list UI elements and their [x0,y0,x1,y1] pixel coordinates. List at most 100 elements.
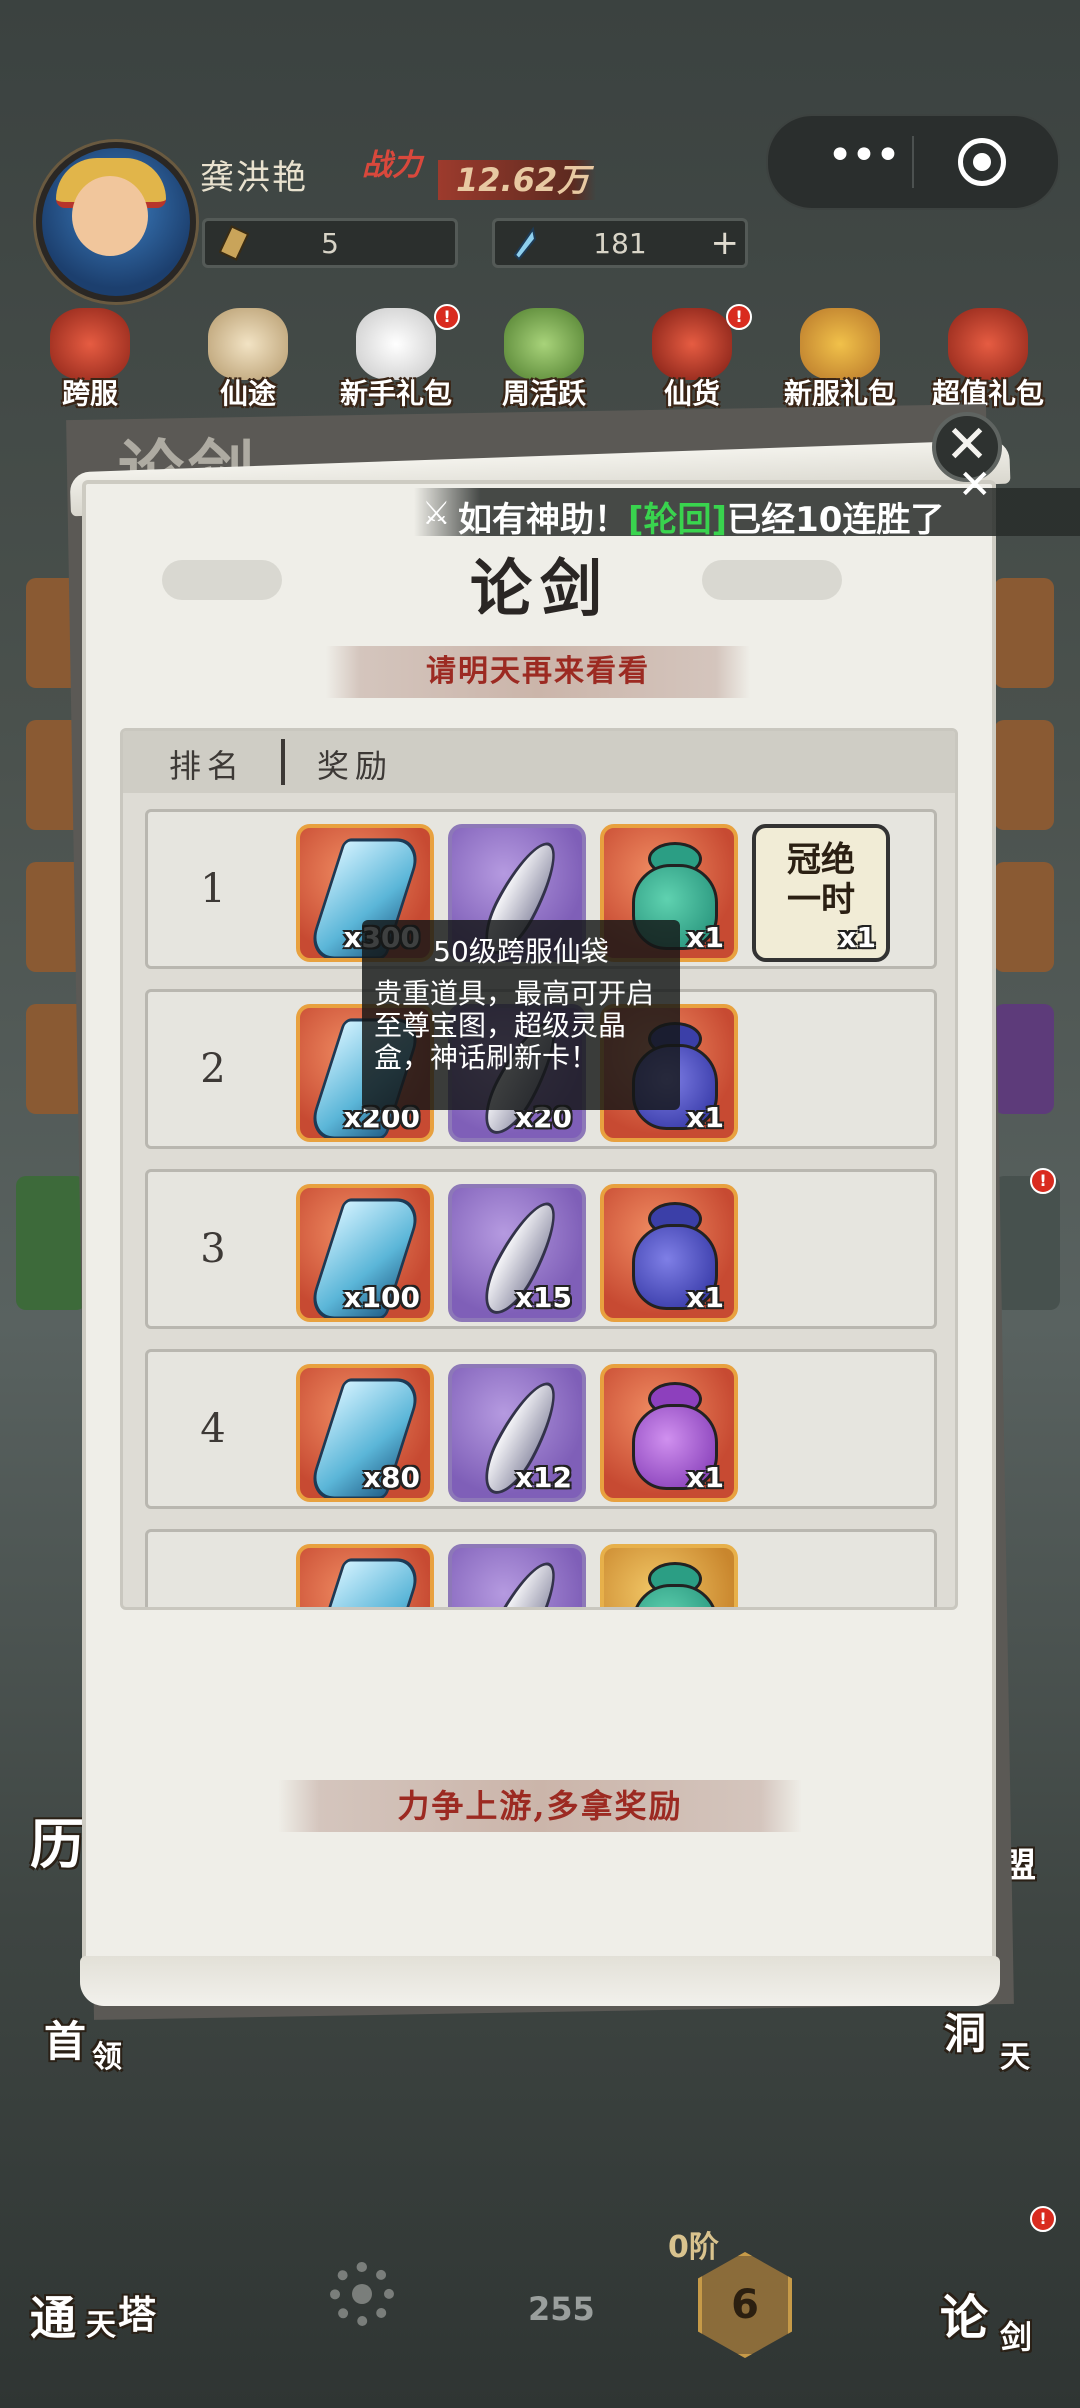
reward-item-crystal[interactable] [296,1544,434,1607]
rank-number: 1 [200,866,226,912]
avatar-face [72,176,148,256]
gourd-icon [208,308,288,380]
resource-value: 181 [593,226,647,260]
activity-label: 仙途 [219,377,276,410]
reward-table[interactable]: 排名 奖励 1 x300 x1 冠绝一时 x1 2 x200 x20 x1 3 … [120,728,958,1610]
activity-label: 仙货 [663,377,720,410]
win-streak-ticker: ⚔ 如有神助！[轮回]已经10连胜了 ✕ [414,462,1080,540]
ticker-close-icon[interactable]: ✕ [958,462,992,508]
exit-program-icon[interactable] [958,138,1006,186]
status-banner: 请明天再来看看 [326,646,750,698]
player-avatar[interactable] [36,142,196,302]
item-qty: x1 [686,1281,724,1314]
activity-newbie-pack[interactable]: 新手礼包 ! [326,304,466,414]
bg-side-card [16,1176,86,1310]
reward-item-feather[interactable] [448,1544,586,1607]
reward-item-crystal[interactable]: x80 [296,1364,434,1502]
item-qty: x1 [686,1101,724,1134]
add-resource-button[interactable]: + [711,221,740,265]
feather-icon [473,1553,569,1607]
rank-number: 2 [200,1046,226,1092]
bottom-counter: 255 [528,2290,595,2328]
reward-item-title[interactable]: 冠绝 一时 x1 [752,824,890,962]
power-label: 战力 [362,148,422,183]
tier-badge[interactable]: 6 [698,2252,792,2358]
item-qty: x12 [514,1461,572,1494]
reward-item-bag[interactable] [600,1544,738,1607]
ticker-player-tag[interactable]: [轮回] [628,500,727,540]
notification-dot: ! [726,304,752,330]
gem-icon [513,226,537,261]
ticker-suffix: 已经10连胜了 [727,500,945,540]
activity-weekly[interactable]: 周活跃 [474,304,614,414]
reward-item-bag[interactable]: x1 [600,1184,738,1322]
activity-shop[interactable]: 仙货 ! [622,304,762,414]
bg-label-boss-1[interactable]: 首 [44,2008,86,2069]
bg-side-card [994,720,1054,830]
bg-label-cave-2: 天 [1000,2040,1030,2075]
bg-label-tower-3: 塔 [118,2293,157,2337]
treasure-chest-icon [948,308,1028,380]
capsule-divider [912,136,914,188]
bg-label-tower-1[interactable]: 通 [30,2282,76,2348]
title-badge-text: 冠绝 一时 [756,840,886,920]
power-value: 12.62万 [438,160,596,200]
scroll-icon [219,225,249,261]
activity-label: 周活跃 [501,377,586,410]
ticker-prefix: 如有神助！ [458,500,628,540]
table-header: 排名 奖励 [123,731,955,793]
teal-bag-icon [632,1584,718,1607]
rank-number: 3 [200,1226,226,1272]
item-qty: x80 [362,1461,420,1494]
item-qty: x1 [686,921,724,954]
resource-value: 5 [321,226,339,260]
table-row: 3 x100 x15 x1 [145,1169,937,1329]
ticker-text: 如有神助！[轮回]已经10连胜了 [458,492,944,541]
title-line-1: 冠绝 [787,840,855,880]
bg-side-card [994,1004,1054,1114]
bg-label-history[interactable]: 历 [30,1800,84,1879]
reward-item-feather[interactable]: x15 [448,1184,586,1322]
rabbit-icon [356,308,436,380]
scroll-sword-icon [504,308,584,380]
item-qty: x1 [838,921,876,954]
player-name: 龚洪艳 [200,158,308,198]
activity-value-pack[interactable]: 超值礼包 [918,304,1058,414]
motto-banner: 力争上游,多拿奖励 [278,1780,802,1832]
activity-new-server-pack[interactable]: 新服礼包 [770,304,910,414]
notification-dot: ! [434,304,460,330]
bg-label-boss-2: 领 [92,2040,122,2075]
bg-label-duel-1[interactable]: 论 [940,2278,988,2348]
table-row: 4 x80 x12 x1 [145,1349,937,1509]
crossed-swords-icon: ⚔ [422,494,451,532]
more-options-icon[interactable]: ••• [818,134,908,188]
reward-item-bag[interactable]: x1 [600,1364,738,1502]
notification-dot: ! [1030,1168,1056,1194]
activity-label: 跨服 [61,377,118,410]
settings-gear-icon[interactable] [330,2262,394,2326]
activity-label: 新手礼包 [339,377,452,410]
header-rank: 排名 [169,747,246,785]
panel-title: 论剑 [469,552,610,625]
activity-xiantu[interactable]: 仙途 [178,304,318,414]
tier-label: 0阶 [668,2230,719,2265]
header-reward: 奖励 [317,747,394,785]
crystal-icon [305,1558,425,1607]
bg-label-tower-2: 天 [86,2308,116,2343]
tooltip-title: 50级跨服仙袋 [433,935,609,968]
bg-label-duel-2: 剑 [1000,2318,1033,2356]
reward-item-crystal[interactable]: x100 [296,1184,434,1322]
item-tooltip: 50级跨服仙袋 贵重道具，最高可开启至尊宝图，超级灵晶盒，神话刷新卡！ [362,920,680,1110]
bg-label-cave-1[interactable]: 洞 [944,2000,986,2061]
mini-program-capsule: ••• [766,114,1060,210]
table-row [145,1529,937,1607]
reward-item-feather[interactable]: x12 [448,1364,586,1502]
activity-cross-server[interactable]: 跨服 [20,304,160,414]
cross-server-icon [50,308,130,380]
header-divider [281,739,285,785]
item-qty: x100 [343,1281,420,1314]
scroll-roll-bottom [80,1956,1000,2006]
shop-stall-icon [652,308,732,380]
bg-side-card [994,1176,1060,1310]
gift-bag-icon [800,308,880,380]
